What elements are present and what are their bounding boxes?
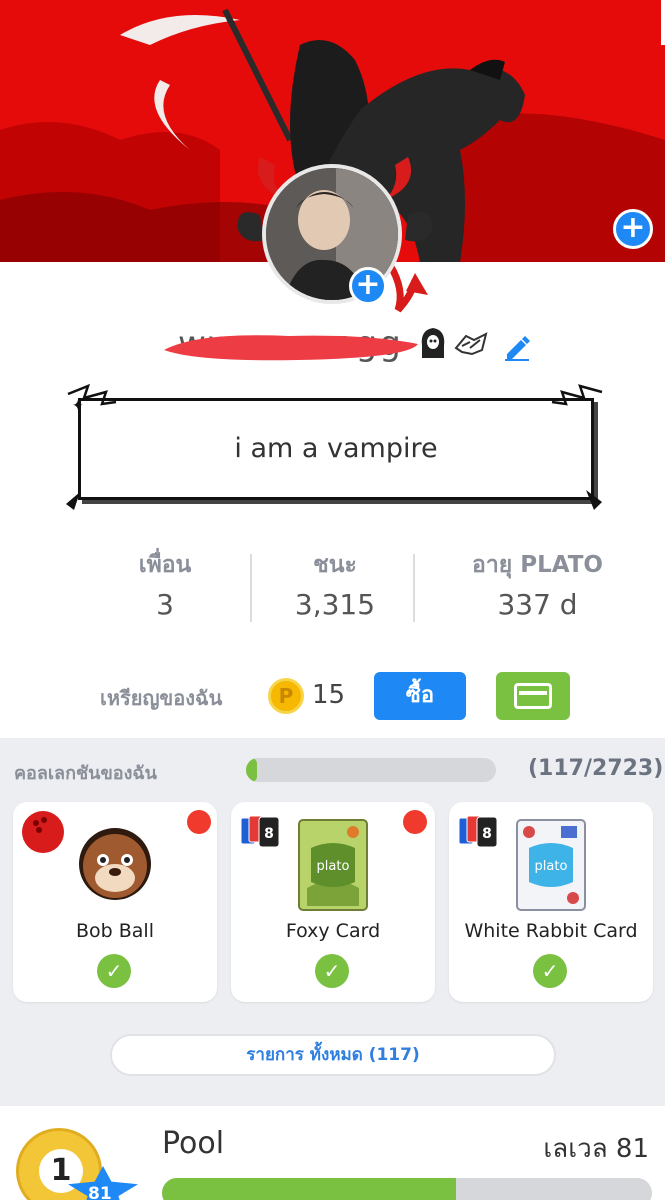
collection-title: คอลเลกชันของฉัน bbox=[14, 763, 157, 784]
uno-cards-icon: 8 bbox=[458, 815, 498, 848]
collection-count: (117/2723) bbox=[528, 756, 664, 781]
stat-divider bbox=[413, 554, 415, 622]
collection-item-name: White Rabbit Card bbox=[464, 920, 638, 942]
redaction-mark bbox=[164, 335, 418, 361]
buy-coins-button[interactable]: ซื้อ bbox=[374, 672, 466, 720]
game-progress-bar bbox=[162, 1178, 652, 1200]
stat-friends[interactable]: เพื่อน 3 bbox=[100, 548, 230, 622]
name-row: wwwsaxngg bbox=[150, 320, 550, 370]
stat-label: ชนะ bbox=[313, 552, 357, 578]
edit-name-icon[interactable] bbox=[502, 332, 532, 362]
chain-badge-icon bbox=[454, 332, 488, 356]
bob-ball-thumbnail bbox=[79, 828, 151, 900]
bowling-ball-icon bbox=[22, 811, 64, 853]
game-level-row[interactable]: 1 81 Pool เลเวล 81 bbox=[0, 1106, 665, 1200]
game-level: เลเวล 81 bbox=[543, 1134, 649, 1164]
stat-label: เพื่อน bbox=[138, 552, 192, 578]
avatar-add-icon[interactable]: + bbox=[349, 267, 387, 305]
owned-check-icon: ✓ bbox=[315, 954, 349, 988]
cover-add-icon[interactable]: + bbox=[613, 209, 653, 249]
coins-row: เหรียญของฉัน P 15 ซื้อ bbox=[100, 672, 580, 722]
game-name: Pool bbox=[162, 1126, 225, 1161]
foxy-card-thumbnail: plato bbox=[298, 819, 368, 911]
new-item-dot bbox=[403, 810, 427, 834]
stat-wins[interactable]: ชนะ 3,315 bbox=[270, 548, 400, 622]
profile-page: + + wwwsaxngg bbox=[0, 0, 665, 1200]
bio-text: i am a vampire bbox=[234, 433, 438, 464]
card-logo: plato bbox=[535, 859, 568, 874]
coin-count: 15 bbox=[312, 680, 346, 710]
collection-item[interactable]: 8 plato White Rabbit Card ✓ bbox=[449, 802, 653, 1002]
profile-stats: เพื่อน 3 ชนะ 3,315 อายุ PLATO 337 d bbox=[80, 548, 640, 628]
stat-plato-age[interactable]: อายุ PLATO 337 d bbox=[450, 548, 625, 622]
new-item-dot bbox=[187, 810, 211, 834]
collection-progress-bar bbox=[246, 758, 496, 782]
bio-panel[interactable]: ✦ i am a vampire bbox=[66, 384, 604, 514]
wallet-button[interactable] bbox=[496, 672, 570, 720]
collection-item-name: Foxy Card bbox=[285, 920, 381, 942]
collection-section: คอลเลกชันของฉัน (117/2723) Bob Ball ✓ 8 … bbox=[0, 738, 665, 1106]
svg-text:8: 8 bbox=[264, 826, 274, 842]
stat-value: 337 d bbox=[497, 588, 578, 621]
stat-label: อายุ PLATO bbox=[472, 552, 603, 578]
coins-label: เหรียญของฉัน bbox=[100, 686, 223, 710]
cover-edge bbox=[661, 0, 665, 45]
collection-item-name: Bob Ball bbox=[76, 920, 154, 942]
coin-icon: P bbox=[268, 678, 304, 714]
collection-progress-fill bbox=[246, 758, 257, 782]
wallet-icon bbox=[514, 683, 552, 709]
uno-cards-icon: 8 bbox=[240, 815, 280, 848]
card-logo: plato bbox=[317, 859, 350, 874]
reaper-badge-icon bbox=[421, 328, 445, 358]
owned-check-icon: ✓ bbox=[533, 954, 567, 988]
game-progress-fill bbox=[162, 1178, 456, 1200]
stat-divider bbox=[250, 554, 252, 622]
white-rabbit-card-thumbnail: plato bbox=[516, 819, 586, 911]
collection-item[interactable]: Bob Ball ✓ bbox=[13, 802, 217, 1002]
svg-text:8: 8 bbox=[482, 826, 492, 842]
owned-check-icon: ✓ bbox=[97, 954, 131, 988]
stat-value: 3 bbox=[156, 588, 174, 621]
collection-item[interactable]: 8 plato Foxy Card ✓ bbox=[231, 802, 435, 1002]
level-badge-text: 81 bbox=[88, 1184, 112, 1200]
view-all-collection-button[interactable]: รายการ ทั้งหมด (117) bbox=[110, 1034, 556, 1076]
stat-value: 3,315 bbox=[294, 588, 376, 621]
